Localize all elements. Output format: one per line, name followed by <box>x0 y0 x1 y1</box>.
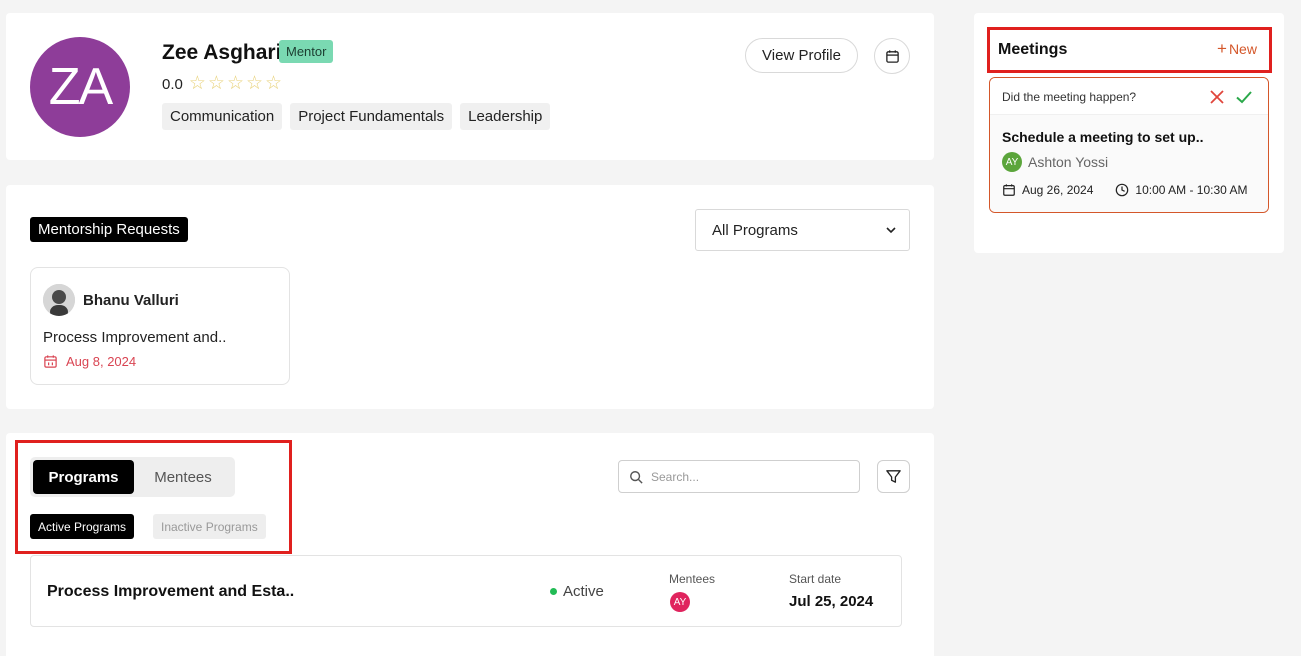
program-name: Process Improvement and Esta.. <box>47 583 295 600</box>
program-row[interactable]: Process Improvement and Esta.. Active Me… <box>30 555 902 627</box>
check-icon[interactable] <box>1235 88 1253 106</box>
filter-icon <box>886 470 901 483</box>
star-rating: ☆ ☆ ☆ ☆ ☆ <box>188 73 283 94</box>
avatar: AY <box>1002 152 1022 172</box>
search-box <box>618 460 860 493</box>
plus-icon: + <box>1217 39 1227 58</box>
meeting-subject: Schedule a meeting to set up.. <box>1002 129 1204 145</box>
rating-value: 0.0 <box>162 75 183 93</box>
programs-card: Programs Mentees Active Programs Inactiv… <box>6 433 934 656</box>
profile-name: Zee Asghari <box>162 41 282 64</box>
program-filter-select[interactable]: All Programs <box>695 209 910 251</box>
star-icon: ☆ <box>246 73 264 94</box>
role-badge: Mentor <box>279 40 334 63</box>
mentees-label: Mentees <box>669 572 716 586</box>
filter-button[interactable] <box>877 460 910 493</box>
view-profile-button[interactable]: View Profile <box>745 38 858 73</box>
meeting-participant: AY Ashton Yossi <box>1002 152 1108 172</box>
search-input[interactable] <box>651 469 841 484</box>
meeting-time: 10:00 AM - 10:30 AM <box>1135 183 1248 197</box>
tab-mentees[interactable]: Mentees <box>134 460 232 494</box>
meeting-item[interactable]: Did the meeting happen? Schedule a meeti… <box>989 77 1269 213</box>
clock-icon <box>1116 183 1129 197</box>
subtab-inactive-programs[interactable]: Inactive Programs <box>153 514 266 539</box>
meetings-card: Meetings + New Did the meeting happen? S… <box>974 13 1284 253</box>
chevron-down-icon <box>886 227 896 234</box>
meeting-details: Schedule a meeting to set up.. AY Ashton… <box>990 115 1268 212</box>
profile-card: ZA Zee Asghari Mentor 0.0 ☆ ☆ ☆ ☆ ☆ Comm… <box>6 13 934 160</box>
start-date-label: Start date <box>789 572 842 586</box>
skill-tag: Project Fundamentals <box>290 103 453 130</box>
meeting-confirm-bar: Did the meeting happen? <box>990 78 1268 115</box>
meeting-datetime: Aug 26, 2024 10:00 AM - 10:30 AM <box>1002 183 1247 197</box>
requester-name: Bhanu Valluri <box>83 292 179 309</box>
skill-tag: Communication <box>162 103 283 130</box>
meeting-question: Did the meeting happen? <box>1002 90 1137 104</box>
meetings-title: Meetings <box>998 41 1068 58</box>
mentorship-requests-card: Mentorship Requests All Programs Bhanu V… <box>6 185 934 409</box>
mentee-avatar: AY <box>670 592 690 612</box>
request-date-text: Aug 8, 2024 <box>66 354 137 369</box>
star-icon: ☆ <box>265 73 283 94</box>
status-badge: Active <box>550 583 604 600</box>
new-meeting-button[interactable]: + New <box>1217 39 1257 58</box>
rating: 0.0 ☆ ☆ ☆ ☆ ☆ <box>162 73 283 94</box>
calendar-icon <box>1003 184 1015 196</box>
skill-tags: Communication Project Fundamentals Leade… <box>162 103 551 130</box>
calendar-button[interactable] <box>874 38 910 74</box>
request-date: Aug 8, 2024 <box>43 354 136 369</box>
avatar <box>43 284 75 316</box>
search-icon <box>630 470 643 484</box>
subtab-active-programs[interactable]: Active Programs <box>30 514 135 539</box>
star-icon: ☆ <box>226 73 244 94</box>
status-text: Active <box>563 583 604 600</box>
participant-name: Ashton Yossi <box>1028 154 1109 170</box>
tab-programs[interactable]: Programs <box>33 460 134 494</box>
star-icon: ☆ <box>207 73 225 94</box>
request-program: Process Improvement and.. <box>43 329 227 346</box>
skill-tag: Leadership <box>460 103 551 130</box>
start-date: Jul 25, 2024 <box>789 593 874 610</box>
calendar-icon <box>885 49 899 63</box>
star-icon: ☆ <box>188 73 206 94</box>
close-icon[interactable] <box>1208 88 1226 106</box>
new-meeting-label: New <box>1228 41 1257 57</box>
status-dot <box>550 588 557 595</box>
meeting-date: Aug 26, 2024 <box>1022 183 1094 197</box>
tab-group: Programs Mentees <box>30 457 235 497</box>
section-title: Mentorship Requests <box>30 217 188 242</box>
program-filter-value: All Programs <box>712 221 798 239</box>
avatar: ZA <box>30 37 130 137</box>
calendar-icon <box>44 355 57 368</box>
mentorship-request-item[interactable]: Bhanu Valluri Process Improvement and.. … <box>30 267 290 385</box>
